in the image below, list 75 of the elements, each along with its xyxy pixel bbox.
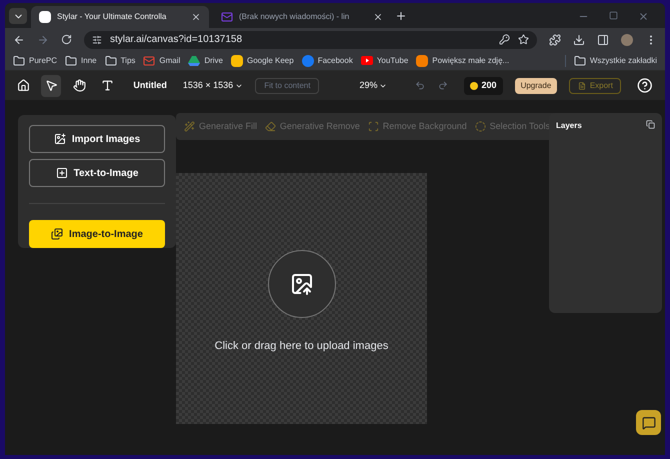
- hand-icon: [72, 79, 86, 92]
- address-field[interactable]: stylar.ai/canvas?id=10137158: [84, 30, 537, 48]
- bookmark-link[interactable]: Gmail: [143, 54, 180, 66]
- coin-icon: [470, 82, 478, 90]
- select-tool-button[interactable]: [41, 74, 62, 96]
- undo-icon[interactable]: [415, 80, 426, 91]
- avatar-icon[interactable]: [621, 34, 633, 46]
- background-icon: [368, 121, 379, 132]
- forward-icon[interactable]: [37, 34, 49, 46]
- selection-icon: [474, 121, 486, 132]
- upgrade-button[interactable]: Upgrade: [514, 78, 558, 94]
- image-upload-icon: [290, 272, 314, 296]
- bookmark-link[interactable]: Google Keep: [230, 54, 294, 66]
- bookmark-link[interactable]: Inne: [65, 54, 97, 66]
- tab-title: Stylar - Your Ultimate Controlla: [57, 11, 168, 23]
- triangle-icon: [188, 54, 200, 66]
- action-button[interactable]: Text-to-Image: [29, 159, 165, 187]
- puzzle-icon[interactable]: [549, 34, 561, 46]
- folder-icon: [65, 54, 78, 66]
- envelope-icon: [221, 11, 233, 23]
- back-icon[interactable]: [13, 34, 25, 46]
- browser-tab[interactable]: Stylar - Your Ultimate Controlla: [31, 6, 209, 28]
- envelope-icon: [143, 54, 156, 66]
- maximize-icon[interactable]: [609, 11, 618, 20]
- download-icon[interactable]: [573, 34, 585, 46]
- tab-list-button[interactable]: [9, 8, 27, 24]
- zoom-dropdown[interactable]: 29%: [359, 78, 388, 92]
- folder-icon: [574, 54, 586, 66]
- logo-icon: [39, 11, 51, 23]
- bookmark-link[interactable]: PurePC: [13, 54, 58, 66]
- size-dropdown[interactable]: 1536 × 1536: [182, 78, 244, 92]
- new-tab-icon[interactable]: [395, 10, 407, 22]
- folder-icon: [104, 54, 117, 66]
- side-panel-icon[interactable]: [597, 34, 609, 46]
- bookmark-link[interactable]: YouTube: [360, 54, 408, 66]
- bookmark-link[interactable]: Drive: [188, 54, 223, 66]
- panel-title: Layers: [556, 120, 582, 132]
- home-icon: [16, 79, 30, 92]
- star-icon[interactable]: [518, 34, 529, 45]
- bookmark-link[interactable]: Powiększ małe zdję...: [416, 54, 510, 66]
- chat-button[interactable]: [636, 410, 661, 435]
- close-icon[interactable]: [191, 12, 201, 22]
- text-icon: [100, 79, 114, 92]
- upload-hint: Click or drag here to upload images: [214, 339, 388, 354]
- import-icon: [54, 133, 66, 145]
- reload-icon[interactable]: [61, 34, 72, 45]
- canvas[interactable]: Click or drag here to upload images: [176, 173, 427, 424]
- action-button[interactable]: Import Images: [29, 125, 165, 153]
- credits-count: 200: [482, 78, 497, 92]
- url-text: stylar.ai/canvas?id=10137158: [110, 33, 244, 47]
- action-button[interactable]: Image-to-Image: [29, 220, 165, 248]
- play-icon: [360, 56, 373, 65]
- export-button[interactable]: Export: [569, 78, 622, 94]
- image-icon: [51, 228, 64, 240]
- help-icon[interactable]: [637, 77, 654, 94]
- file-icon: [578, 82, 586, 90]
- folder-icon: [13, 54, 25, 66]
- layers-icon[interactable]: [646, 120, 655, 129]
- upload-button[interactable]: [268, 250, 336, 318]
- tab-title: (Brak nowych wiadomości) - lin: [239, 11, 350, 23]
- fill-icon: [184, 121, 195, 132]
- text-icon: [56, 167, 68, 179]
- chat-icon: [642, 416, 656, 430]
- key-icon[interactable]: [499, 34, 510, 45]
- bookmark-link[interactable]: Tips: [104, 54, 136, 66]
- site-icon: [416, 54, 428, 66]
- redo-icon[interactable]: [438, 80, 448, 91]
- browser-tab[interactable]: (Brak nowych wiadomości) - lin: [213, 6, 391, 28]
- all-bookmarks-link[interactable]: Wszystkie zakładki: [574, 54, 657, 66]
- close-icon[interactable]: [373, 12, 383, 22]
- document-title[interactable]: Untitled: [133, 78, 167, 92]
- bookmark-link[interactable]: Facebook: [302, 54, 353, 66]
- site-settings-icon[interactable]: [92, 34, 102, 44]
- select-icon: [44, 79, 58, 92]
- remove-icon: [264, 121, 276, 132]
